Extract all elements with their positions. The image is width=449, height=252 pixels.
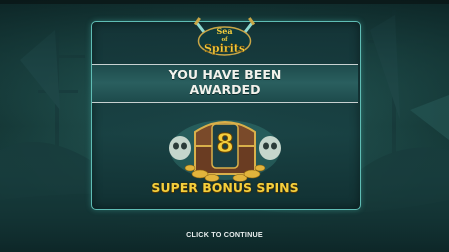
treasure-chest-illustration: 8 bbox=[160, 110, 290, 186]
award-heading-line1: YOU HAVE BEEN bbox=[168, 67, 282, 82]
award-heading: YOU HAVE BEEN AWARDED bbox=[92, 67, 358, 97]
award-heading-line2: AWARDED bbox=[189, 82, 261, 97]
spin-count: 8 bbox=[216, 129, 234, 159]
skull-icon bbox=[259, 136, 281, 160]
skull-icon bbox=[169, 136, 191, 160]
game-logo: Sea of Spirits bbox=[187, 15, 262, 63]
logo-line3: Spirits bbox=[204, 42, 245, 55]
heading-band-bottom-line bbox=[92, 102, 358, 103]
logo-line1: Sea bbox=[216, 26, 232, 36]
heading-band-top-line bbox=[92, 64, 358, 65]
top-status-bar bbox=[0, 0, 449, 4]
click-to-continue-button[interactable]: CLICK TO CONTINUE bbox=[0, 230, 449, 239]
super-bonus-spins-label: SUPER BONUS SPINS bbox=[151, 180, 299, 195]
